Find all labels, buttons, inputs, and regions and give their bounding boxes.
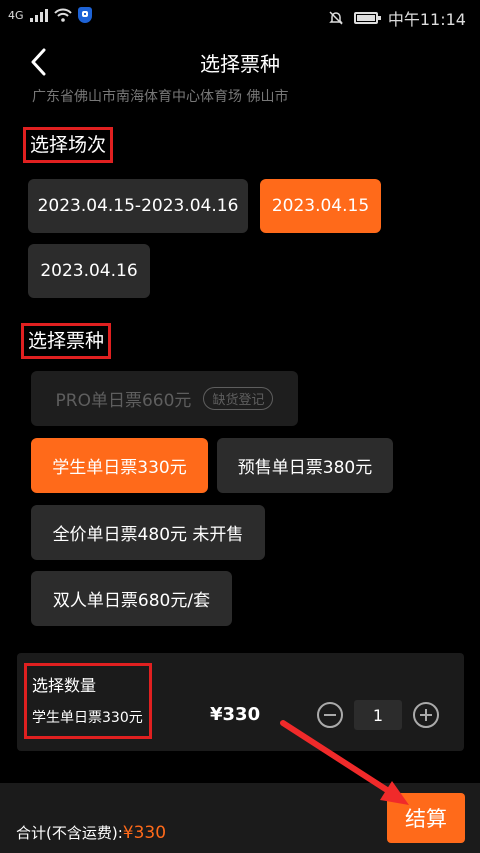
ticket-option-presale[interactable]: 预售单日票380元 bbox=[217, 438, 393, 493]
quantity-input[interactable] bbox=[354, 700, 402, 730]
network-type: 4G bbox=[8, 8, 24, 22]
section-title-session: 选择场次 bbox=[23, 127, 114, 163]
status-right: 中午11:14 bbox=[328, 6, 466, 30]
total-label: 合计(不含运费): bbox=[16, 824, 123, 842]
increase-quantity-button[interactable] bbox=[413, 702, 439, 728]
soldout-register-tag[interactable]: 缺货登记 bbox=[203, 387, 274, 410]
total-summary: 合计(不含运费):¥330 bbox=[16, 822, 166, 843]
session-option-0415[interactable]: 2023.04.15 bbox=[260, 179, 381, 233]
status-bar: 4G 中午11:14 bbox=[0, 0, 480, 34]
signal-icon bbox=[29, 8, 48, 22]
clock: 中午11:14 bbox=[387, 10, 466, 29]
session-option-range[interactable]: 2023.04.15-2023.04.16 bbox=[28, 179, 248, 233]
ticket-option-fullprice[interactable]: 全价单日票480元 未开售 bbox=[31, 505, 265, 560]
security-shield-icon bbox=[77, 7, 92, 23]
ticket-option-pro: PRO单日票660元 缺货登记 bbox=[31, 371, 298, 426]
status-left: 4G bbox=[8, 7, 92, 23]
selected-ticket-name: 学生单日票330元 bbox=[32, 710, 143, 726]
decrease-quantity-button[interactable] bbox=[317, 702, 343, 728]
ticket-option-couple[interactable]: 双人单日票680元/套 bbox=[31, 571, 232, 626]
unit-price: ¥330 bbox=[210, 704, 261, 725]
wifi-icon bbox=[53, 8, 72, 22]
ticket-option-student[interactable]: 学生单日票330元 bbox=[31, 438, 208, 493]
section-title-ticket: 选择票种 bbox=[21, 323, 112, 359]
battery-icon bbox=[353, 12, 381, 24]
bell-muted-icon bbox=[329, 11, 343, 25]
page-title: 选择票种 bbox=[200, 52, 280, 76]
quantity-title: 选择数量 bbox=[32, 676, 97, 695]
ticket-option-label: PRO单日票660元 bbox=[55, 391, 192, 411]
session-option-0416[interactable]: 2023.04.16 bbox=[28, 244, 150, 298]
venue-address: 广东省佛山市南海体育中心体育场 佛山市 bbox=[32, 89, 289, 105]
total-amount: ¥330 bbox=[122, 823, 167, 843]
checkout-button[interactable]: 结算 bbox=[387, 793, 465, 843]
